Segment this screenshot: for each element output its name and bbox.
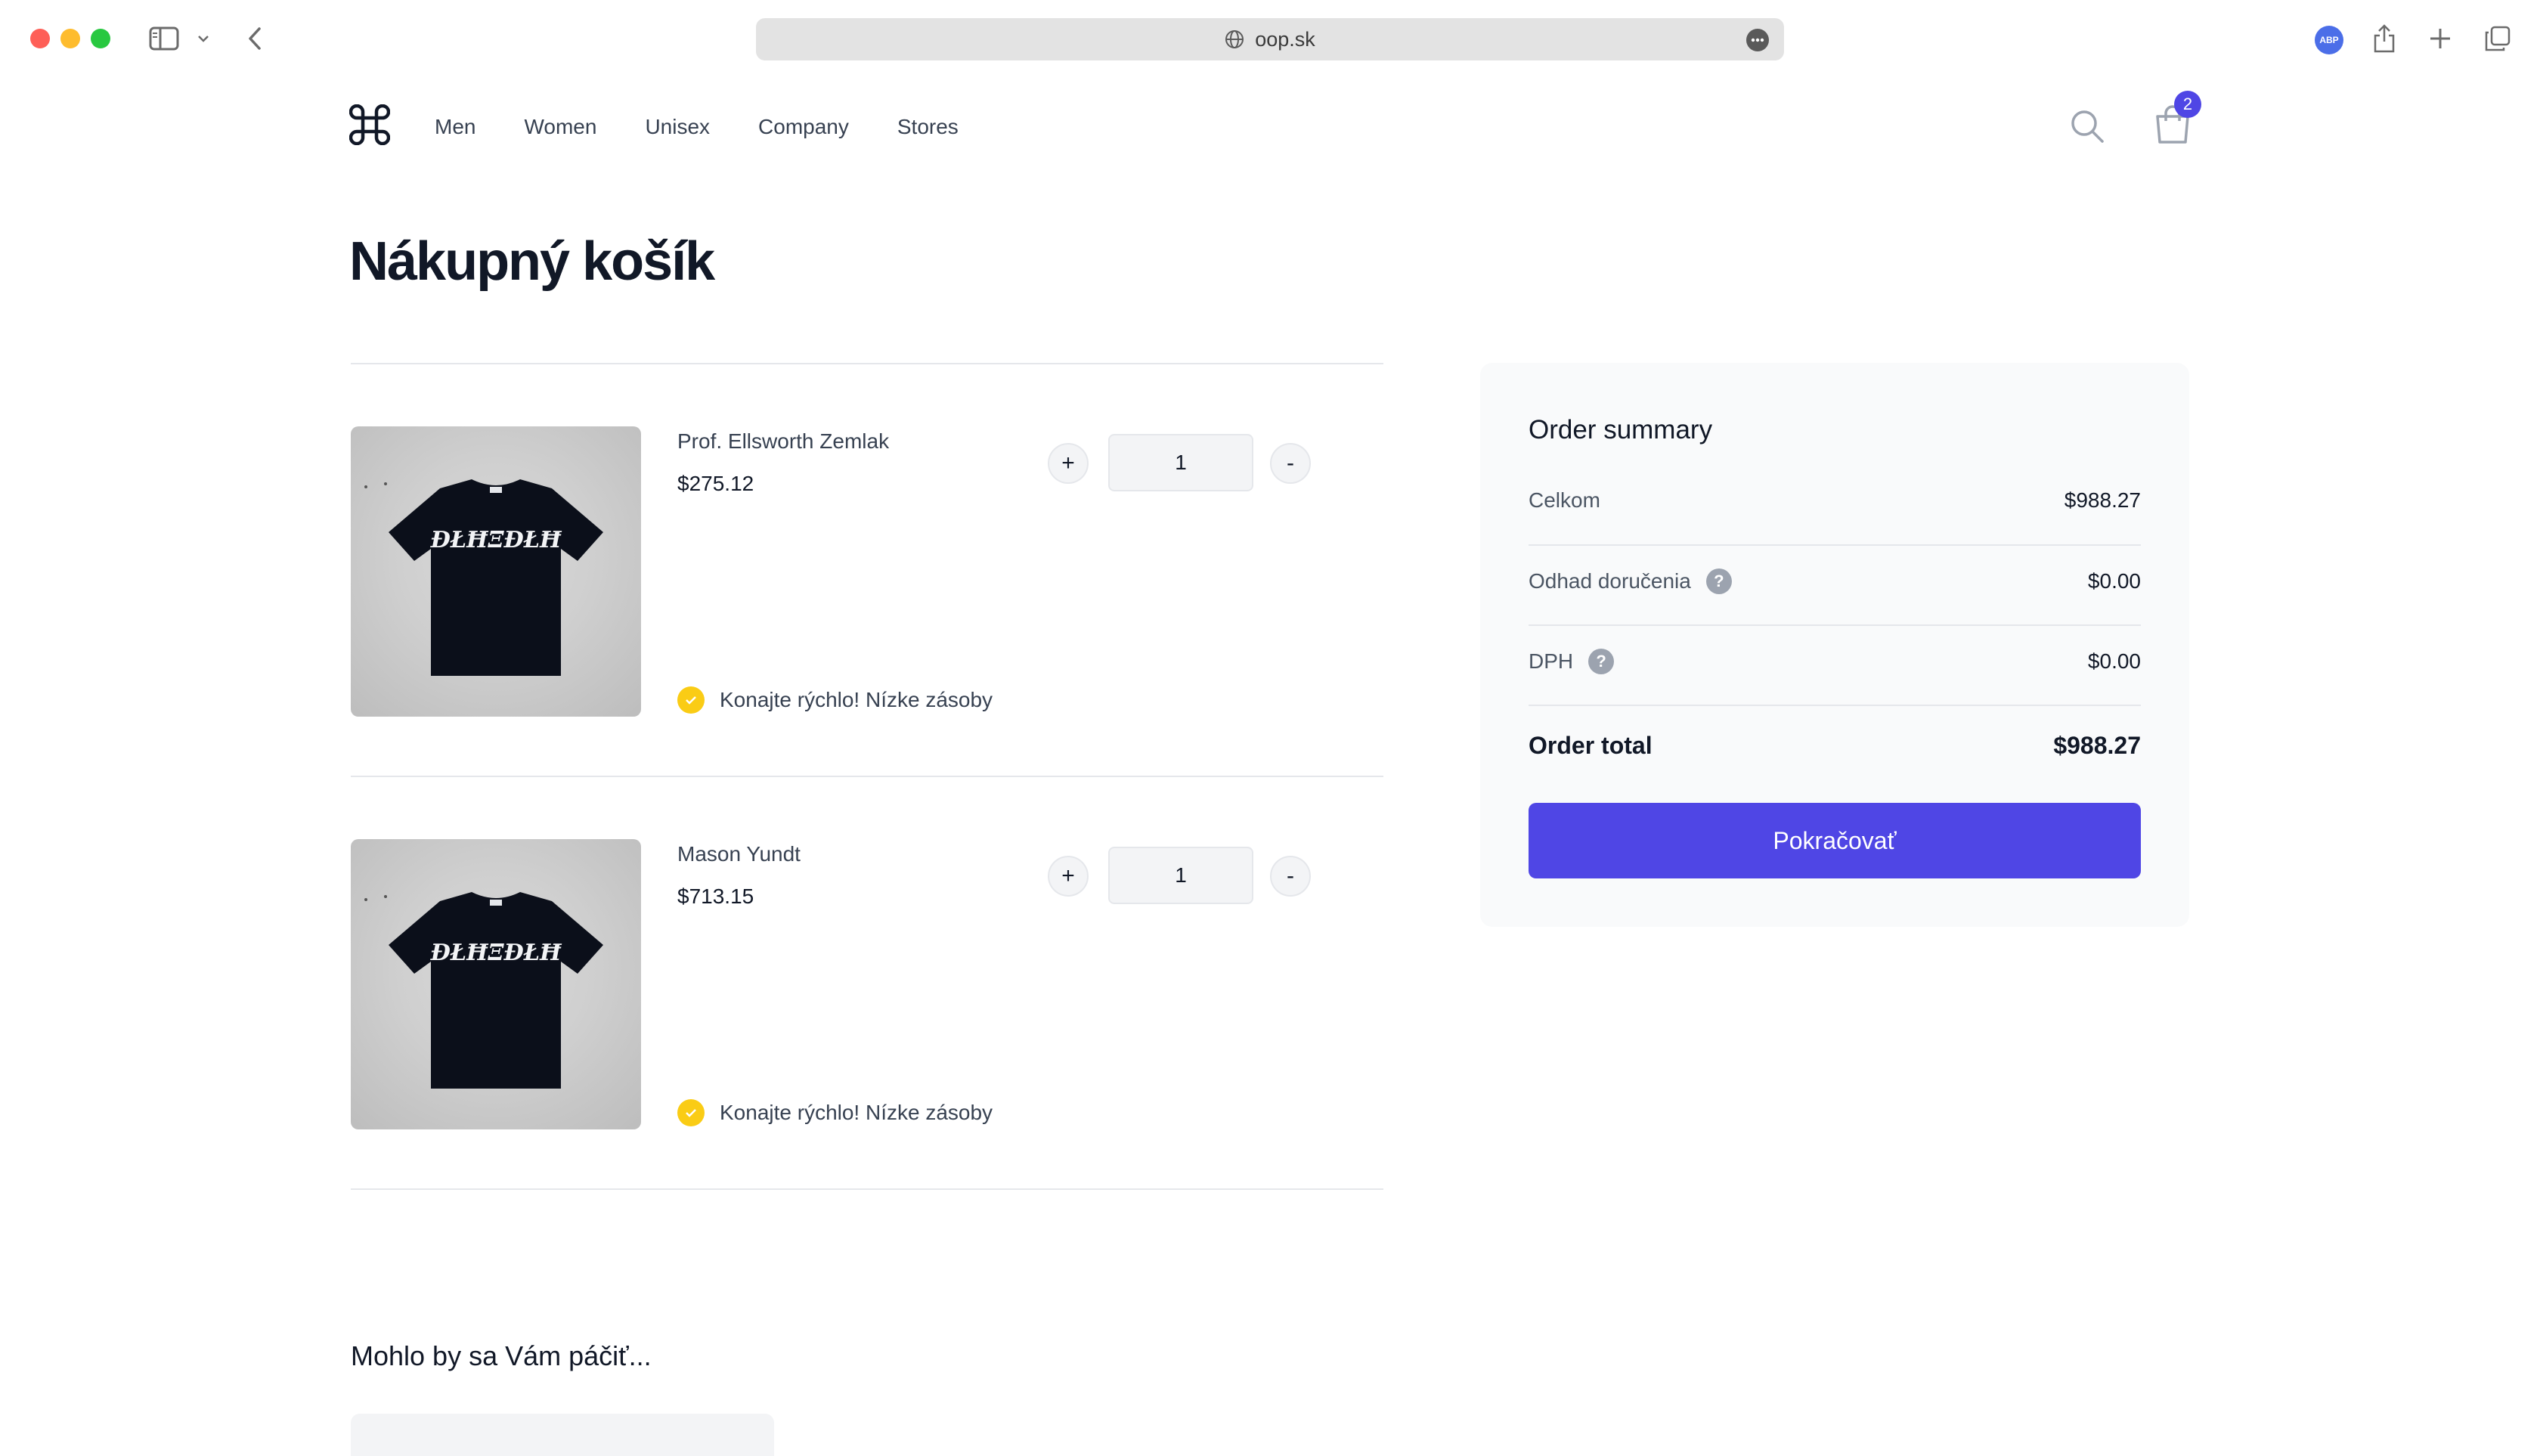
decrease-quantity-button[interactable]: - [1270, 443, 1311, 484]
page-title: Nákupný košík [349, 231, 715, 292]
product-price: $713.15 [677, 884, 754, 908]
subtotal-value: $988.27 [2064, 488, 2141, 512]
stock-status: Konajte rýchlo! Nízke zásoby [677, 1098, 993, 1128]
back-arrow-icon[interactable] [242, 20, 268, 57]
sidebar-toggle-icon[interactable] [145, 20, 183, 57]
order-summary-panel: Order summary Celkom $988.27 Odhad doruč… [1480, 363, 2189, 927]
more-options-icon[interactable] [1746, 29, 1769, 51]
minimize-window-button[interactable] [60, 29, 80, 48]
product-image[interactable]: ĐŁĦΞĐŁĦ [351, 426, 641, 717]
stock-status-text: Konajte rýchlo! Nízke zásoby [720, 688, 993, 711]
divider [1529, 705, 2141, 706]
nav-item-stores[interactable]: Stores [897, 112, 959, 142]
quantity-input[interactable] [1108, 847, 1253, 904]
order-total-row: Order total $988.27 [1529, 732, 2141, 760]
cart-item: ĐŁĦΞĐŁĦ Mason Yundt $713.15 + - Konajte … [351, 777, 1383, 1188]
tab-overview-icon[interactable] [2481, 20, 2514, 57]
subtotal-label: Celkom [1529, 488, 1600, 512]
divider [1529, 624, 2141, 626]
divider [351, 1188, 1383, 1190]
product-name[interactable]: Prof. Ellsworth Zemlak [677, 426, 889, 457]
subtotal-row: Celkom $988.27 [1529, 488, 2141, 513]
url-text: oop.sk [1255, 27, 1315, 51]
order-total-value: $988.27 [2053, 732, 2141, 759]
chevron-down-icon[interactable] [195, 20, 212, 57]
divider [1529, 544, 2141, 546]
close-window-button[interactable] [30, 29, 50, 48]
recommended-product-card[interactable] [351, 1414, 774, 1456]
cart-count-badge: 2 [2174, 91, 2201, 118]
shipping-label-group: Odhad doručenia ? [1529, 568, 1732, 594]
check-circle-icon [677, 1099, 705, 1126]
stock-status-text: Konajte rýchlo! Nízke zásoby [720, 1101, 993, 1124]
stock-status: Konajte rýchlo! Nízke zásoby [677, 685, 993, 715]
help-icon[interactable]: ? [1588, 649, 1615, 674]
shipping-value: $0.00 [2087, 569, 2141, 593]
order-summary-title: Order summary [1529, 415, 1713, 445]
globe-icon [1225, 30, 1244, 48]
increase-quantity-button[interactable]: + [1048, 443, 1089, 484]
adblock-extension-icon[interactable]: ABP [2315, 26, 2343, 54]
browser-toolbar: oop.sk ABP [0, 0, 2540, 76]
product-price: $275.12 [677, 472, 754, 495]
share-icon[interactable] [2369, 20, 2399, 57]
nav-item-women[interactable]: Women [524, 112, 596, 142]
nav-item-men[interactable]: Men [435, 112, 475, 142]
svg-text:ĐŁĦΞĐŁĦ: ĐŁĦΞĐŁĦ [430, 527, 562, 553]
check-circle-icon [677, 686, 705, 714]
zoom-window-button[interactable] [91, 29, 110, 48]
product-name[interactable]: Mason Yundt [677, 839, 801, 869]
address-bar[interactable]: oop.sk [756, 18, 1784, 60]
tax-row: DPH ? $0.00 [1529, 649, 2141, 674]
help-icon[interactable]: ? [1705, 568, 1732, 594]
search-icon[interactable] [2068, 107, 2106, 145]
shipping-label: Odhad doručenia [1529, 569, 1691, 593]
shipping-row: Odhad doručenia ? $0.00 [1529, 568, 2141, 594]
cart-item-list: ĐŁĦΞĐŁĦ Prof. Ellsworth Zemlak $275.12 +… [351, 363, 1383, 1190]
new-tab-plus-icon[interactable] [2425, 20, 2455, 57]
nav-item-unisex[interactable]: Unisex [645, 112, 710, 142]
cart-item: ĐŁĦΞĐŁĦ Prof. Ellsworth Zemlak $275.12 +… [351, 364, 1383, 776]
recommendations-title: Mohlo by sa Vám páčiť... [351, 1340, 652, 1371]
order-total-label: Order total [1529, 732, 1653, 759]
increase-quantity-button[interactable]: + [1048, 856, 1089, 897]
main-nav: Men Women Unisex Company Stores [435, 112, 959, 142]
nav-item-company[interactable]: Company [758, 112, 849, 142]
checkout-button[interactable]: Pokračovať [1529, 803, 2141, 878]
site-header: Men Women Unisex Company Stores [0, 76, 2540, 178]
tax-label-group: DPH ? [1529, 649, 1615, 674]
command-logo-icon[interactable] [348, 104, 391, 146]
svg-text:ĐŁĦΞĐŁĦ: ĐŁĦΞĐŁĦ [430, 940, 562, 966]
quantity-input[interactable] [1108, 434, 1253, 491]
decrease-quantity-button[interactable]: - [1270, 856, 1311, 897]
tax-value: $0.00 [2087, 649, 2141, 673]
product-image[interactable]: ĐŁĦΞĐŁĦ [351, 839, 641, 1129]
tax-label: DPH [1529, 649, 1574, 673]
